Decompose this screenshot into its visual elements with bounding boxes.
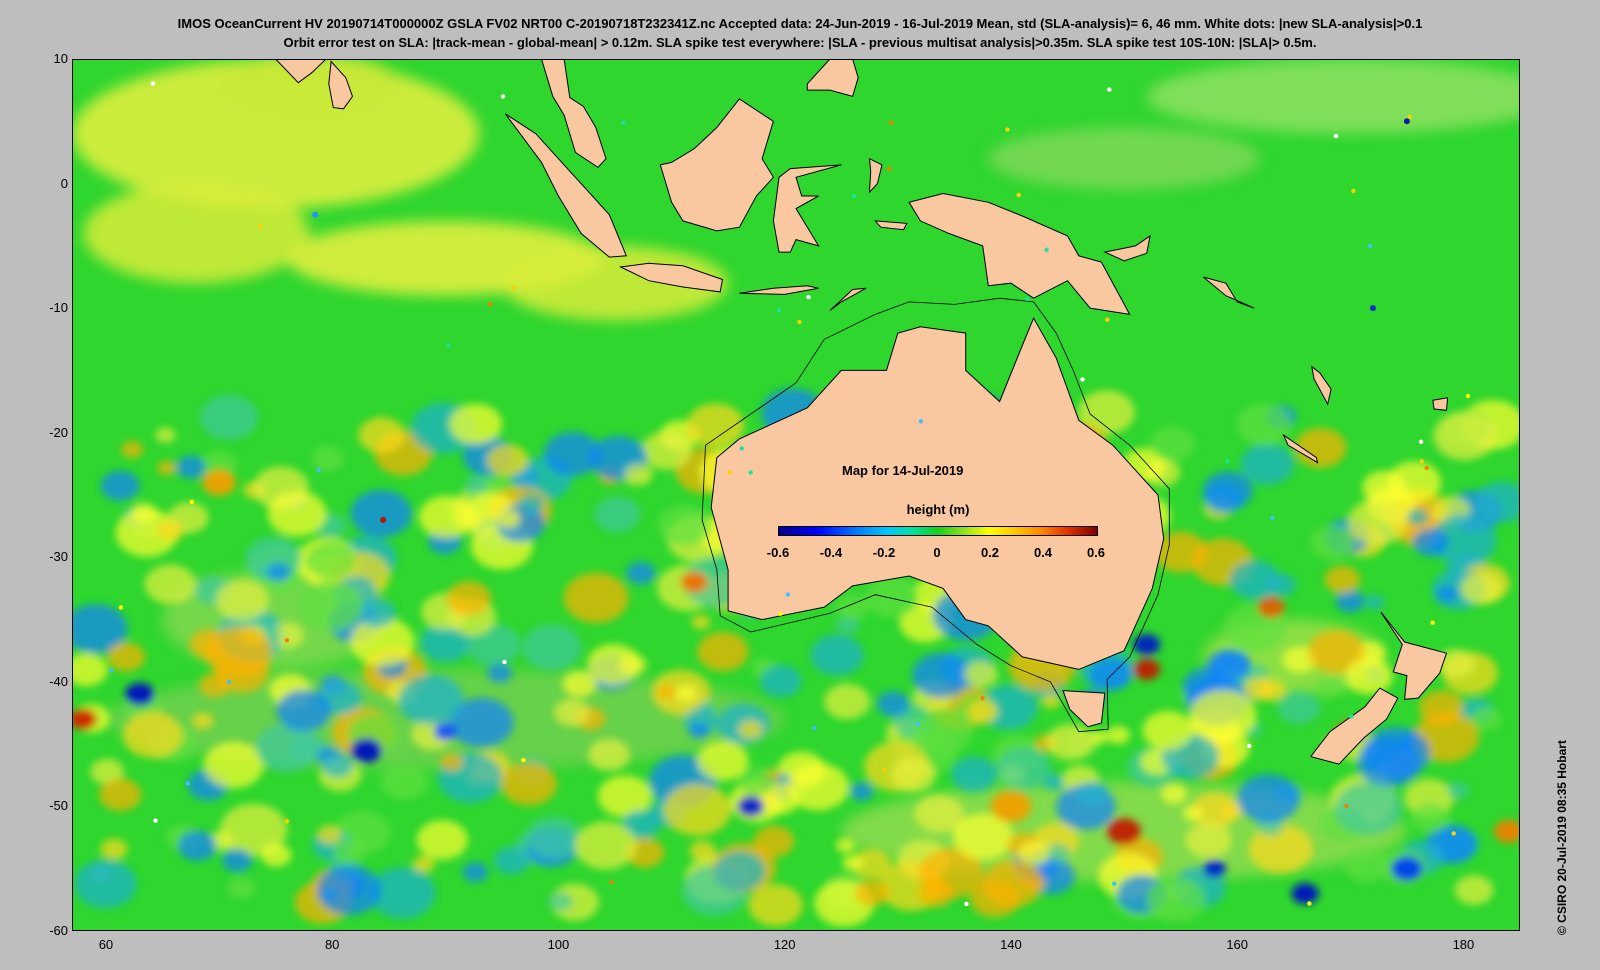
track-dot (886, 166, 892, 172)
colorbar-tick-label: 0.2 (980, 545, 1000, 560)
track-dot (797, 319, 802, 325)
track-dot (1005, 127, 1010, 132)
y-tick-label: -50 (49, 798, 68, 814)
x-tick-label: 180 (1452, 937, 1475, 952)
y-tick-label: -10 (49, 300, 68, 316)
track-dot (785, 592, 791, 597)
track-dot (185, 781, 190, 786)
track-dot (918, 419, 924, 424)
track-dot (1044, 247, 1049, 252)
track-dot (109, 668, 114, 673)
track-dot (189, 499, 194, 504)
figure-title-line-1: IMOS OceanCurrent HV 20190714T000000Z GS… (177, 16, 1423, 31)
credit-label: © CSIRO 20-Jul-2019 08:35 Hobart (1555, 740, 1569, 935)
track-dot (1307, 901, 1312, 906)
track-dot (1270, 515, 1275, 520)
track-dot (621, 120, 626, 125)
track-dot (1351, 188, 1356, 194)
y-tick-label: 10 (53, 51, 68, 66)
map-date-label: Map for 14-Jul-2019 (842, 463, 964, 478)
track-dot (1333, 133, 1339, 139)
colorbar (778, 526, 1098, 536)
track-dot (727, 470, 732, 475)
track-dot (502, 659, 507, 665)
track-dot (748, 470, 753, 475)
colorbar-tick-label: -0.6 (766, 545, 790, 560)
sla-map (72, 59, 1520, 931)
track-dot (1349, 714, 1354, 719)
x-tick-label: 160 (1226, 937, 1249, 952)
y-tick-label: -40 (49, 673, 68, 689)
y-tick-label: -20 (49, 424, 68, 440)
track-dot (1107, 87, 1112, 92)
track-dot (1080, 377, 1085, 382)
track-dot (258, 224, 263, 229)
track-dot (882, 767, 887, 772)
y-tick-label: -60 (49, 923, 68, 938)
track-dot (1418, 439, 1424, 444)
track-dot (812, 725, 817, 731)
track-dot (1024, 296, 1030, 302)
track-dot (1016, 192, 1021, 198)
track-dot (118, 605, 124, 610)
track-dot (511, 285, 516, 291)
track-dot (739, 446, 744, 451)
track-dot (980, 695, 985, 701)
track-dot (1368, 243, 1373, 249)
track-dot (521, 757, 526, 763)
track-dot (153, 818, 158, 823)
track-dot (284, 819, 289, 824)
track-dot (226, 679, 232, 684)
track-dot (776, 308, 782, 313)
colorbar-tick-label: -0.2 (872, 545, 896, 560)
track-dot (1369, 305, 1376, 312)
track-dot (851, 193, 856, 199)
track-dot (1105, 317, 1110, 322)
track-dot (806, 294, 811, 300)
track-dot (915, 721, 920, 727)
track-dot (446, 343, 451, 348)
y-tick-label: -30 (49, 549, 68, 565)
track-dot (284, 638, 290, 643)
figure: IMOS OceanCurrent HV 20190714T000000Z GS… (0, 0, 1600, 970)
track-dot (1424, 465, 1429, 471)
figure-title-line-2: Orbit error test on SLA: |track-mean - g… (283, 35, 1317, 50)
colorbar-tick-label: 0.4 (1033, 545, 1053, 560)
track-dot (609, 879, 614, 885)
track-dot (1465, 393, 1471, 399)
colorbar-tick-label: -0.4 (819, 545, 843, 560)
track-dot (1112, 881, 1117, 886)
track-dot (1225, 459, 1230, 464)
track-dot (1344, 803, 1349, 809)
track-dot (150, 81, 156, 86)
x-tick-label: 80 (324, 937, 340, 952)
track-dot (1430, 620, 1435, 625)
track-dot (778, 611, 783, 616)
colorbar-tick-label: 0.6 (1086, 545, 1106, 560)
track-dot (488, 302, 493, 307)
track-dot (889, 120, 894, 125)
colorbar-tick-label: 0 (933, 545, 941, 560)
track-dot (964, 901, 969, 907)
track-dot (1407, 114, 1413, 120)
track-dot (500, 94, 506, 99)
x-tick-label: 100 (547, 937, 570, 952)
x-tick-label: 140 (1000, 937, 1022, 952)
track-dot (316, 467, 321, 473)
y-tick-label: 0 (60, 175, 68, 191)
track-dot (1451, 831, 1456, 836)
track-dot (1419, 459, 1425, 464)
track-dot (1403, 118, 1410, 125)
x-tick-label: 60 (98, 937, 114, 952)
land-fiji (1432, 397, 1449, 411)
track-dot (312, 211, 319, 218)
track-dot (1247, 743, 1252, 749)
colorbar-title: height (m) (906, 502, 970, 517)
track-dot (380, 516, 387, 523)
x-tick-label: 120 (773, 937, 796, 952)
